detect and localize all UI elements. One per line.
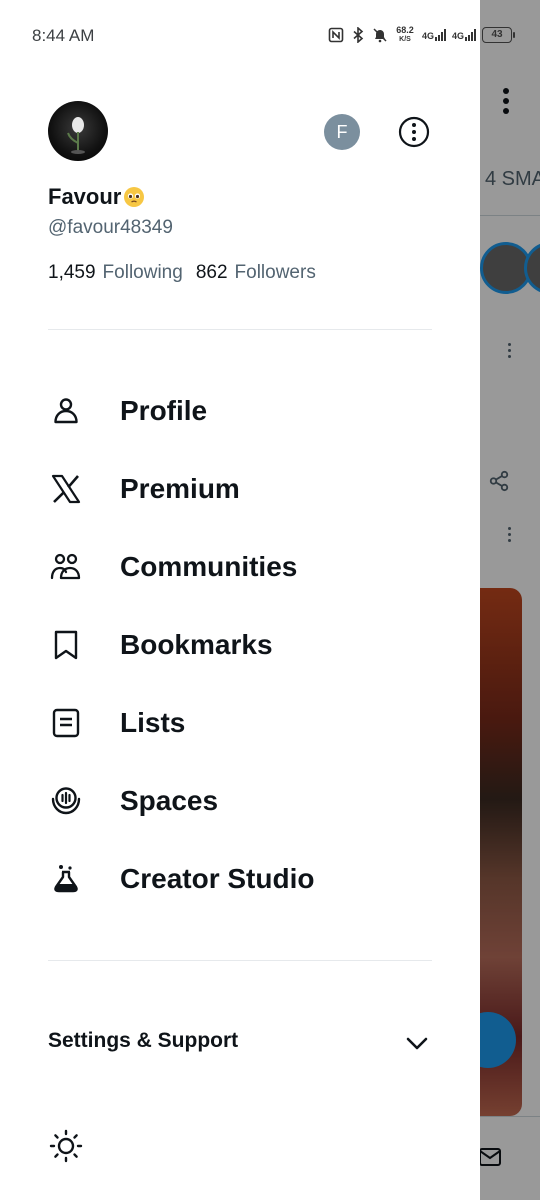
menu-item-lists[interactable]: Lists: [0, 693, 480, 753]
followers-label[interactable]: Followers: [235, 262, 316, 284]
x-logo-icon: [51, 474, 81, 504]
flask-icon: [54, 865, 78, 893]
list-icon: [52, 708, 80, 738]
settings-support-label: Settings & Support: [48, 1029, 239, 1052]
signal-sim2-icon: 4G: [452, 29, 477, 41]
menu-item-bookmarks[interactable]: Bookmarks: [0, 615, 480, 675]
following-label[interactable]: Following: [103, 262, 183, 284]
switch-account-button[interactable]: F: [324, 114, 360, 150]
network-speed-unit: K/S: [399, 36, 411, 43]
display-name-text: Favour: [48, 184, 122, 209]
status-bar: 8:44 AM 68.2 K/S 4G 4G 43: [0, 0, 540, 70]
menu-label: Bookmarks: [120, 629, 273, 660]
menu-label: Lists: [120, 707, 186, 738]
menu-item-premium[interactable]: Premium: [0, 459, 480, 519]
status-time: 8:44 AM: [32, 26, 95, 45]
display-theme-sun-icon[interactable]: [48, 1128, 84, 1164]
network-speed-value: 68.2: [396, 25, 414, 35]
settings-support-toggle[interactable]: Settings & Support: [48, 1024, 432, 1060]
more-options-icon[interactable]: [396, 114, 432, 150]
menu-item-spaces[interactable]: Spaces: [0, 771, 480, 831]
user-handle: @favour48349: [48, 217, 173, 238]
network-type-label: 4G: [452, 31, 465, 41]
menu-label: Creator Studio: [120, 863, 315, 894]
drawer-scrim[interactable]: [480, 0, 540, 1200]
menu-label: Spaces: [120, 785, 219, 816]
menu-item-communities[interactable]: Communities: [0, 537, 480, 597]
menu-item-creator-studio[interactable]: Creator Studio: [0, 849, 480, 909]
spaces-icon: [51, 787, 81, 815]
avatar-tulip-icon: [67, 117, 85, 154]
status-icons: 68.2 K/S 4G 4G 43: [328, 23, 516, 47]
notifications-muted-icon: [373, 28, 387, 43]
bluetooth-icon: [353, 27, 364, 43]
following-count[interactable]: 1,459: [48, 262, 96, 284]
followers-count[interactable]: 862: [196, 262, 228, 284]
menu-label: Communities: [120, 551, 298, 582]
signal-sim1-icon: 4G: [422, 29, 447, 41]
menu-divider: [48, 960, 432, 961]
communities-icon: [50, 553, 81, 580]
menu-item-profile[interactable]: Profile: [0, 381, 480, 441]
bookmark-icon: [54, 630, 78, 660]
display-name[interactable]: Favour: [48, 184, 145, 210]
header-divider: [48, 329, 432, 330]
pleading-face-emoji-icon: [124, 187, 145, 207]
network-speed: 68.2 K/S: [394, 26, 416, 44]
navigation-drawer: F Favour @favour48349 1,459 Following 86…: [0, 0, 480, 1200]
menu-label: Premium: [120, 473, 240, 504]
person-icon: [54, 398, 78, 424]
battery-icon: 43: [482, 27, 516, 43]
nfc-icon: [328, 27, 344, 43]
network-type-label: 4G: [422, 31, 435, 41]
menu-label: Profile: [120, 395, 208, 426]
follow-stats: 1,459 Following 862 Followers: [48, 262, 316, 284]
chevron-down-icon: [406, 1037, 428, 1050]
avatar[interactable]: [48, 101, 108, 161]
